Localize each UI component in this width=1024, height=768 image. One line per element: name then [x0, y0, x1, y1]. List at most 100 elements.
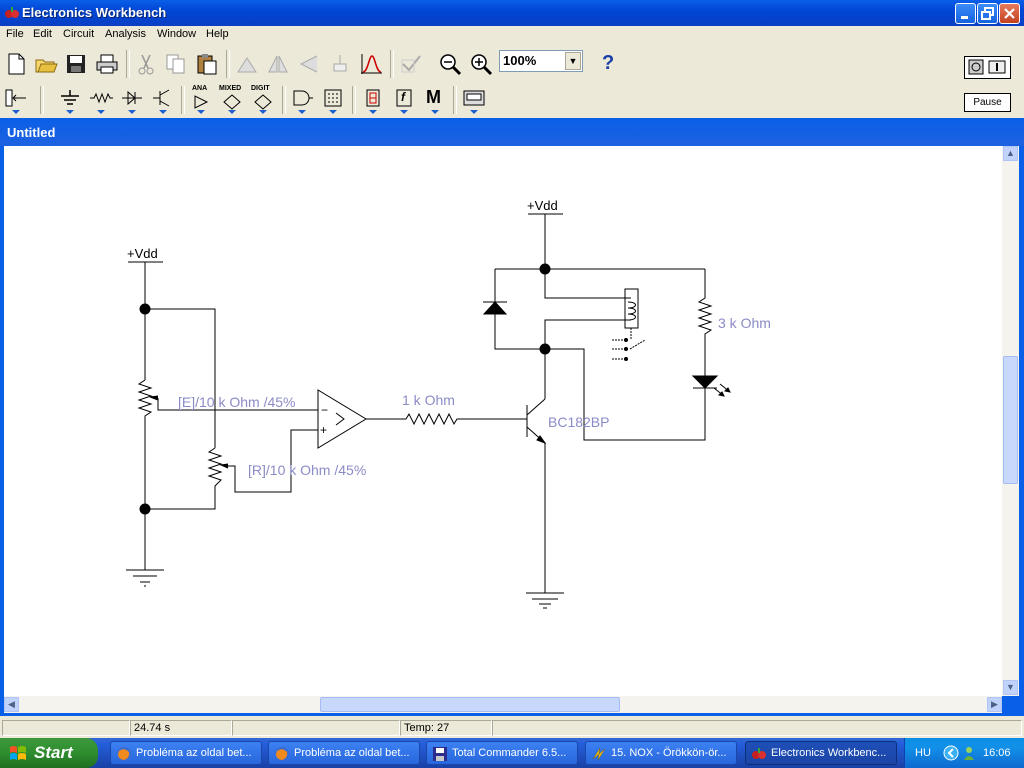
scroll-down-icon[interactable]: ▼ — [1003, 680, 1018, 695]
flip-horizontal-icon — [268, 55, 288, 73]
horizontal-scroll-thumb[interactable] — [320, 697, 620, 712]
circuit-window: Untitled +Vdd − + +Vdd [E]/10 k Ohm /45%… — [0, 118, 1024, 716]
title-bar[interactable]: Electronics Workbench — [0, 0, 1024, 26]
scroll-left-icon[interactable]: ◀ — [4, 697, 19, 712]
minimize-icon — [961, 16, 968, 19]
menu-edit[interactable]: Edit — [33, 28, 52, 40]
favorites-bin-icon — [5, 89, 26, 107]
miscellaneous-bin-button[interactable]: M — [421, 86, 449, 114]
task-label: Electronics Workbenc... — [771, 747, 887, 759]
mixed-ics-bin-button[interactable]: MIXED — [218, 85, 246, 114]
flip-vertical-button[interactable] — [295, 50, 323, 78]
favorites-bin-button[interactable] — [2, 86, 30, 114]
menu-circuit[interactable]: Circuit — [63, 28, 94, 40]
save-disk-icon — [67, 55, 85, 73]
vertical-scrollbar[interactable]: ▲ ▼ — [1002, 146, 1019, 696]
restore-button[interactable] — [977, 3, 998, 24]
base-resistor — [366, 412, 527, 426]
analog-ics-bin-button[interactable]: ANA — [187, 85, 215, 114]
firefox-icon — [117, 747, 131, 761]
tray-expand-icon[interactable] — [943, 745, 959, 761]
network-user-icon[interactable] — [961, 745, 977, 761]
menu-file[interactable]: File — [6, 28, 24, 40]
cut-button[interactable] — [132, 50, 160, 78]
flip-horizontal-button[interactable] — [264, 50, 292, 78]
language-indicator[interactable]: HU — [915, 747, 931, 759]
close-button[interactable] — [999, 3, 1020, 24]
open-folder-icon — [35, 59, 58, 73]
indicators-bin-button[interactable] — [359, 86, 387, 114]
controls-bin-button[interactable]: f — [390, 86, 418, 114]
print-button[interactable] — [93, 50, 121, 78]
pause-button[interactable]: Pause — [964, 93, 1011, 112]
help-question-icon: ? — [602, 52, 615, 74]
opamp-icon — [194, 95, 209, 109]
transistors-bin-button[interactable] — [149, 86, 177, 114]
pot-e-resistor — [137, 379, 153, 509]
task-firefox-1[interactable]: Probléma az oldal bet... — [110, 741, 262, 765]
task-label: Total Commander 6.5... — [452, 747, 567, 759]
activate-simulation-switch[interactable] — [964, 56, 1011, 79]
start-button[interactable]: Start — [0, 738, 98, 768]
diodes-bin-button[interactable] — [118, 86, 146, 114]
logic-gates-bin-button[interactable] — [288, 86, 316, 114]
floppy-icon — [433, 747, 447, 761]
led-resistor-label: 3 k Ohm — [718, 315, 771, 331]
zoom-out-button[interactable] — [436, 50, 464, 78]
winamp-icon — [592, 747, 606, 761]
open-button[interactable] — [32, 50, 60, 78]
graph-button[interactable] — [357, 50, 385, 78]
simulation-time: 24.74 s — [130, 720, 232, 736]
status-cell-empty — [492, 720, 1022, 736]
power-switch-icon — [968, 59, 1006, 75]
analog-ics-label: ANA — [192, 85, 208, 92]
menu-analysis[interactable]: Analysis — [105, 28, 146, 40]
task-total-commander[interactable]: Total Commander 6.5... — [426, 741, 578, 765]
ground-source-icon — [61, 90, 79, 105]
rotate-button[interactable] — [233, 50, 261, 78]
flipflop-icon — [324, 89, 342, 107]
ewb-app-icon — [5, 7, 19, 18]
left-ground — [126, 509, 164, 587]
circuit-canvas[interactable]: +Vdd − + +Vdd [E]/10 k Ohm /45% [R]/10 k… — [4, 146, 1002, 696]
help-button[interactable]: ? — [594, 50, 622, 78]
digital-ics-bin-button[interactable]: DIGIT — [249, 85, 277, 114]
paste-button[interactable] — [193, 50, 221, 78]
circuit-window-titlebar[interactable]: Untitled — [0, 118, 1024, 146]
subcircuit-button[interactable] — [326, 50, 354, 78]
function-label: f — [401, 90, 405, 104]
scroll-right-icon[interactable]: ▶ — [987, 697, 1002, 712]
component-properties-button[interactable] — [397, 50, 425, 78]
task-electronics-workbench[interactable]: Electronics Workbenc... — [745, 741, 897, 765]
zoom-select[interactable]: 100% ▼ — [499, 50, 583, 72]
pot-r-wiper — [219, 463, 229, 469]
horizontal-scrollbar[interactable]: ◀ ▶ — [4, 696, 1002, 713]
windows-logo-icon — [10, 746, 26, 760]
zoom-in-button[interactable] — [467, 50, 495, 78]
digital-bin-button[interactable] — [319, 86, 347, 114]
right-ground — [526, 443, 564, 609]
task-label: Probléma az oldal bet... — [294, 747, 410, 759]
system-tray: HU 16:06 — [904, 738, 1024, 768]
task-winamp[interactable]: 15. NOX - Örökkön-ör... — [585, 741, 737, 765]
instruments-bin-button[interactable] — [460, 86, 488, 114]
junction-dot — [539, 343, 551, 355]
relay-contacts — [612, 328, 646, 360]
clock[interactable]: 16:06 — [983, 747, 1011, 759]
task-firefox-2[interactable]: Probléma az oldal bet... — [268, 741, 420, 765]
new-button[interactable] — [2, 50, 30, 78]
digital-ic-icon — [254, 94, 272, 110]
opamp — [317, 389, 367, 449]
save-button[interactable] — [62, 50, 90, 78]
copy-icon — [166, 54, 185, 74]
copy-button[interactable] — [162, 50, 190, 78]
basic-bin-button[interactable] — [87, 86, 115, 114]
menu-window[interactable]: Window — [157, 28, 196, 40]
menu-help[interactable]: Help — [206, 28, 229, 40]
scroll-up-icon[interactable]: ▲ — [1003, 146, 1018, 161]
vertical-scroll-thumb[interactable] — [1003, 356, 1018, 484]
dropdown-arrow-icon[interactable]: ▼ — [565, 52, 581, 70]
parts-bin-toolbar: ANA MIXED DIGIT f M — [0, 84, 1024, 118]
sources-bin-button[interactable] — [56, 86, 84, 114]
minimize-button[interactable] — [955, 3, 976, 24]
